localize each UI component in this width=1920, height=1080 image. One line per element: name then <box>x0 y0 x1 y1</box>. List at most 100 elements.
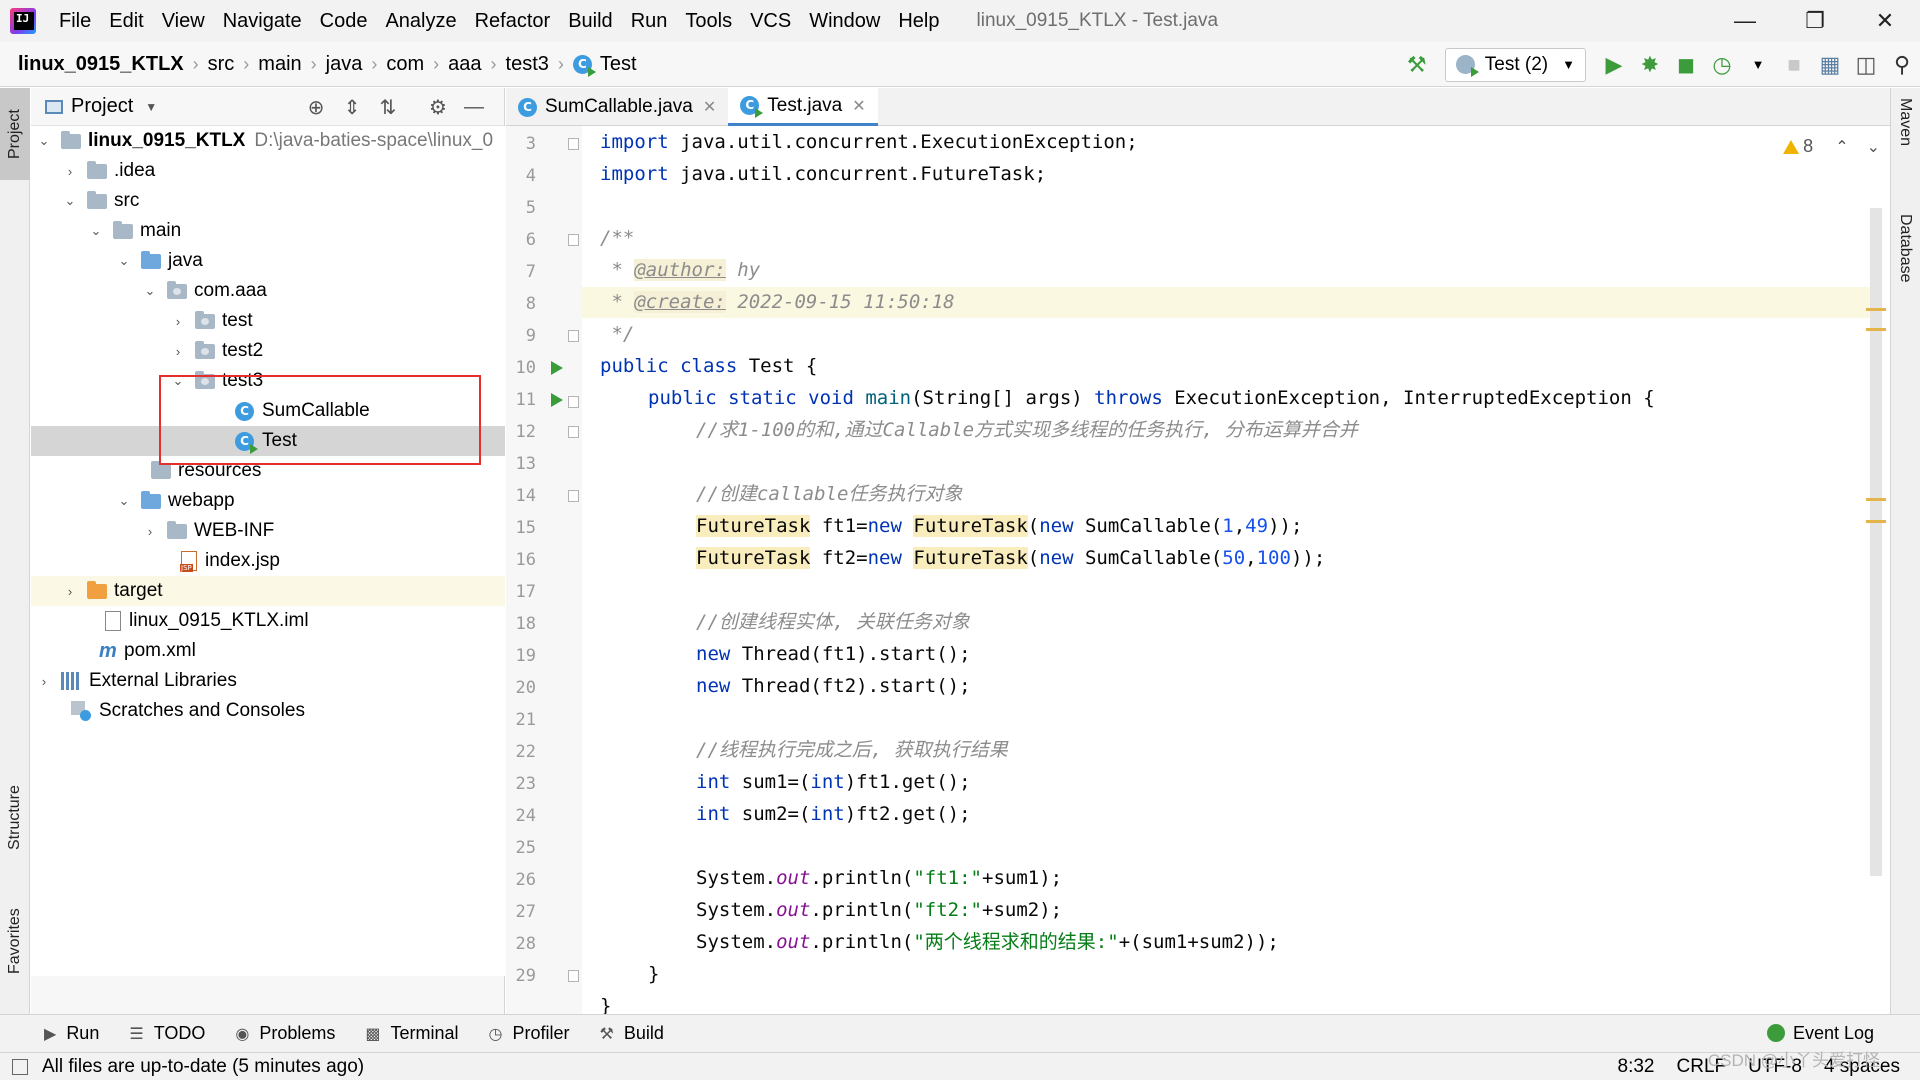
tool-build[interactable]: ⚒ Build <box>600 1023 664 1044</box>
tree-item-src[interactable]: ⌄ src <box>31 186 505 216</box>
tab-maven[interactable]: Maven <box>1890 92 1920 192</box>
tool-todo[interactable]: ☰ TODO <box>129 1023 205 1044</box>
run-gutter-icon[interactable] <box>551 393 563 407</box>
layout-icon[interactable]: ◫ <box>1848 47 1884 83</box>
tree-item-project-root[interactable]: ⌄ linux_0915_KTLX D:\java-baties-space\l… <box>31 126 505 156</box>
menu-tools[interactable]: Tools <box>676 0 741 42</box>
chevron-right-icon[interactable]: › <box>63 164 77 179</box>
tab-favorites[interactable]: Favorites <box>0 888 30 994</box>
tool-profiler[interactable]: ◷ Profiler <box>489 1023 570 1044</box>
chevron-up-icon[interactable]: ⌃ <box>1835 137 1848 157</box>
debug-icon[interactable]: ✸ <box>1632 47 1668 83</box>
minimize-icon[interactable]: — <box>1710 0 1780 42</box>
warning-stripe-mark[interactable] <box>1866 328 1886 331</box>
menu-navigate[interactable]: Navigate <box>214 0 311 42</box>
run-gutter-icon[interactable] <box>551 361 563 375</box>
crumb-test[interactable]: Test <box>600 53 637 76</box>
warning-stripe-mark[interactable] <box>1866 308 1886 311</box>
hide-panel-icon[interactable]: — <box>459 92 489 122</box>
menu-help[interactable]: Help <box>889 0 948 42</box>
profile-icon[interactable]: ◷ <box>1704 47 1740 83</box>
chevron-right-icon[interactable]: › <box>171 344 185 359</box>
menu-file[interactable]: File <box>50 0 100 42</box>
tool-terminal[interactable]: ▩ Terminal <box>365 1023 458 1044</box>
tree-item-target[interactable]: › target <box>31 576 505 606</box>
tab-sumcallable[interactable]: C SumCallable.java ✕ <box>506 88 728 126</box>
crumb-aaa[interactable]: aaa <box>448 53 481 76</box>
collapse-all-icon[interactable]: ⇅ <box>373 92 403 122</box>
crumb-src[interactable]: src <box>208 53 235 76</box>
close-window-icon[interactable]: ✕ <box>1850 0 1920 42</box>
tree-item-scratches[interactable]: Scratches and Consoles <box>31 696 505 726</box>
run-icon[interactable]: ▶ <box>1596 47 1632 83</box>
menu-analyze[interactable]: Analyze <box>376 0 465 42</box>
fold-icon[interactable] <box>568 330 579 342</box>
crumb-project[interactable]: linux_0915_KTLX <box>18 53 184 76</box>
tree-item-web-inf[interactable]: › WEB-INF <box>31 516 505 546</box>
project-view-selector[interactable]: Project <box>71 95 133 118</box>
tree-item-main[interactable]: ⌄ main <box>31 216 505 246</box>
menu-window[interactable]: Window <box>800 0 889 42</box>
status-message[interactable]: All files are up-to-date (5 minutes ago) <box>12 1056 364 1078</box>
expand-all-icon[interactable]: ⇕ <box>337 92 367 122</box>
tree-item-test3[interactable]: ⌄ test3 <box>31 366 505 396</box>
menu-run[interactable]: Run <box>622 0 677 42</box>
chevron-down-icon[interactable]: ⌄ <box>37 133 51 149</box>
chevron-right-icon[interactable]: › <box>171 314 185 329</box>
tree-item-sumcallable[interactable]: C SumCallable <box>31 396 505 426</box>
menu-edit[interactable]: Edit <box>100 0 152 42</box>
menu-view[interactable]: View <box>153 0 214 42</box>
restore-icon[interactable]: ❐ <box>1780 0 1850 42</box>
tree-item-test-class[interactable]: C Test <box>31 426 505 456</box>
crumb-main[interactable]: main <box>258 53 301 76</box>
crumb-com[interactable]: com <box>386 53 424 76</box>
crumb-java[interactable]: java <box>326 53 363 76</box>
tree-item-java[interactable]: ⌄ java <box>31 246 505 276</box>
crumb-test3[interactable]: test3 <box>506 53 549 76</box>
close-icon[interactable]: ✕ <box>703 97 716 117</box>
build-hammer-icon[interactable]: ⚒ <box>1399 47 1435 83</box>
chevron-right-icon[interactable]: › <box>143 524 157 539</box>
chevron-right-icon[interactable]: › <box>37 674 51 689</box>
tree-item-external-libraries[interactable]: › External Libraries <box>31 666 505 696</box>
locate-file-icon[interactable]: ⊕ <box>301 92 331 122</box>
tree-item-webapp[interactable]: ⌄ webapp <box>31 486 505 516</box>
inspection-widget[interactable]: 8 ⌃ ⌄ <box>1783 136 1880 157</box>
tree-item-iml[interactable]: linux_0915_KTLX.iml <box>31 606 505 636</box>
fold-icon[interactable] <box>568 970 579 982</box>
tab-project[interactable]: Project <box>0 88 30 180</box>
chevron-down-icon[interactable]: ▼ <box>145 100 157 114</box>
code-editor[interactable]: import java.util.concurrent.ExecutionExc… <box>582 126 1870 1014</box>
menu-build[interactable]: Build <box>559 0 621 42</box>
close-icon[interactable]: ✕ <box>852 96 865 116</box>
tree-item-index-jsp[interactable]: index.jsp <box>31 546 505 576</box>
caret-position[interactable]: 8:32 <box>1618 1056 1655 1078</box>
tab-database[interactable]: Database <box>1890 208 1920 328</box>
chevron-down-icon[interactable]: ⌄ <box>89 223 103 239</box>
chevron-down-icon[interactable]: ⌄ <box>143 283 157 299</box>
project-structure-icon[interactable]: ▦ <box>1812 47 1848 83</box>
chevron-down-icon[interactable]: ⌄ <box>117 493 131 509</box>
tree-item-pom[interactable]: m pom.xml <box>31 636 505 666</box>
warning-stripe-mark[interactable] <box>1866 498 1886 501</box>
search-icon[interactable]: ⚲ <box>1884 47 1920 83</box>
tree-item-com-aaa[interactable]: ⌄ com.aaa <box>31 276 505 306</box>
fold-icon[interactable] <box>568 396 579 408</box>
tree-item-resources[interactable]: resources <box>31 456 505 486</box>
warning-stripe-mark[interactable] <box>1866 520 1886 523</box>
fold-icon[interactable] <box>568 234 579 246</box>
chevron-down-icon[interactable]: ⌄ <box>63 193 77 209</box>
more-run-options-icon[interactable]: ▼ <box>1740 47 1776 83</box>
run-configuration-dropdown[interactable]: Test (2) ▼ <box>1444 47 1586 82</box>
tree-item-test2[interactable]: › test2 <box>31 336 505 366</box>
menu-refactor[interactable]: Refactor <box>466 0 560 42</box>
tree-item-test[interactable]: › test <box>31 306 505 336</box>
coverage-icon[interactable]: ◼ <box>1668 47 1704 83</box>
tool-run[interactable]: ▶ Run <box>44 1023 99 1044</box>
tab-structure[interactable]: Structure <box>0 768 30 868</box>
menu-vcs[interactable]: VCS <box>741 0 800 42</box>
chevron-down-icon[interactable]: ⌄ <box>1867 137 1880 157</box>
chevron-right-icon[interactable]: › <box>63 584 77 599</box>
tab-test[interactable]: C Test.java ✕ <box>728 88 878 126</box>
stop-icon[interactable]: ■ <box>1776 47 1812 83</box>
